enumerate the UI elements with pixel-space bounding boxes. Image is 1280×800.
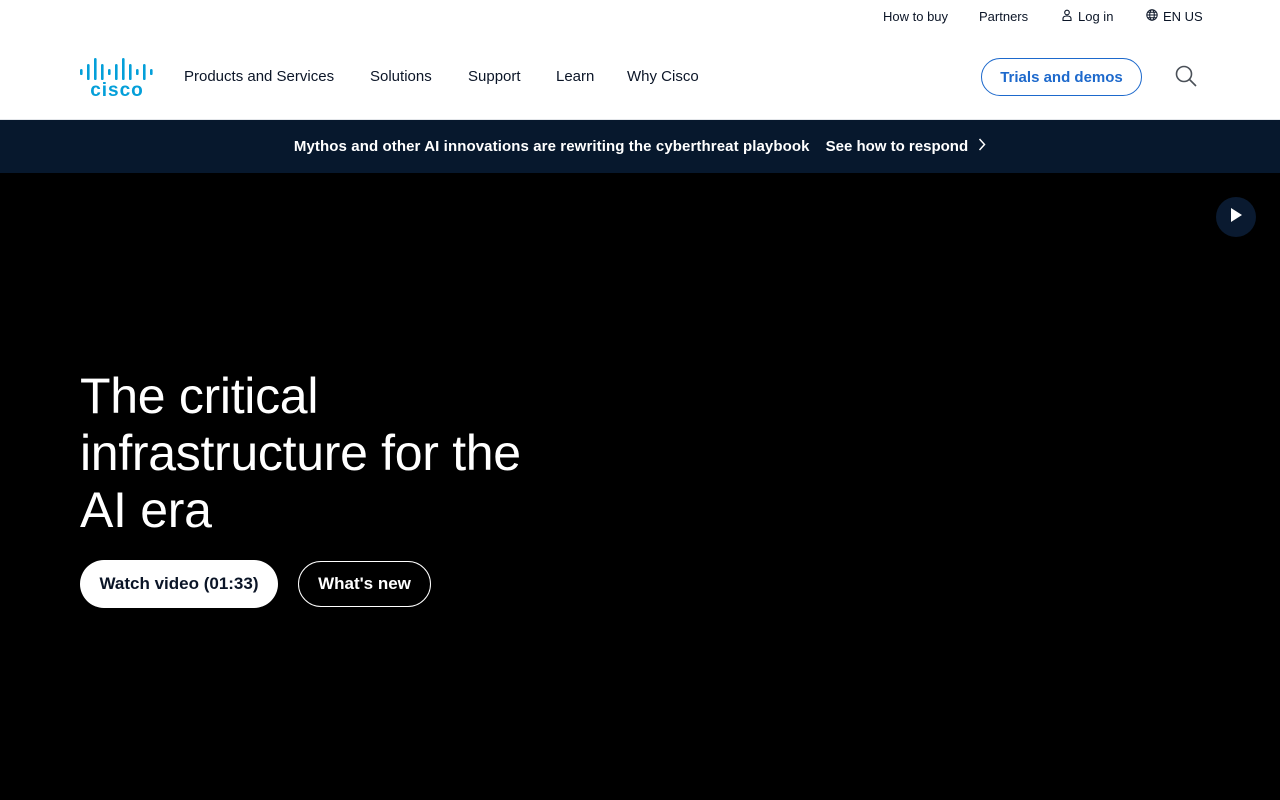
chevron-right-icon bbox=[978, 138, 986, 155]
hero-title: The critical infrastructure for the AI e… bbox=[80, 368, 521, 538]
locale-selector[interactable]: EN US bbox=[1146, 9, 1203, 24]
banner-text: Mythos and other AI innovations are rewr… bbox=[293, 138, 810, 155]
banner-link-label: See how to respond bbox=[825, 138, 969, 155]
utility-bar: How to buy Partners Log in EN US bbox=[0, 0, 1280, 34]
nav-support[interactable]: Support bbox=[468, 68, 521, 85]
how-to-buy-label: How to buy bbox=[883, 9, 949, 24]
play-video-button[interactable] bbox=[1216, 197, 1256, 237]
logo-wordmark: cisco bbox=[90, 80, 144, 98]
see-how-to-respond-link[interactable]: See how to respond bbox=[826, 138, 987, 155]
hero-section: The critical infrastructure for the AI e… bbox=[0, 173, 1280, 800]
watch-video-button[interactable]: Watch video (01:33) bbox=[80, 560, 278, 608]
partners-link[interactable]: Partners bbox=[979, 9, 1028, 24]
log-in-link[interactable]: Log in bbox=[1061, 9, 1113, 24]
user-icon bbox=[1061, 9, 1073, 24]
search-button[interactable] bbox=[1174, 64, 1200, 90]
announcement-banner: Mythos and other AI innovations are rewr… bbox=[0, 120, 1280, 173]
nav-products-and-services[interactable]: Products and Services bbox=[184, 68, 334, 85]
whats-new-button[interactable]: What's new bbox=[298, 561, 431, 607]
trials-and-demos-button[interactable]: Trials and demos bbox=[981, 58, 1142, 96]
partners-label: Partners bbox=[979, 9, 1029, 24]
main-nav: cisco Products and Services Solutions Su… bbox=[0, 34, 1280, 120]
nav-why-cisco[interactable]: Why Cisco bbox=[627, 68, 699, 85]
nav-learn[interactable]: Learn bbox=[556, 68, 594, 85]
nav-solutions[interactable]: Solutions bbox=[370, 68, 432, 85]
locale-label: EN US bbox=[1163, 9, 1203, 24]
how-to-buy-link[interactable]: How to buy bbox=[883, 9, 948, 24]
globe-icon bbox=[1146, 9, 1158, 24]
play-icon bbox=[1229, 207, 1243, 228]
log-in-label: Log in bbox=[1078, 9, 1114, 24]
cisco-logo[interactable]: cisco bbox=[80, 56, 154, 101]
search-icon bbox=[1174, 65, 1198, 92]
